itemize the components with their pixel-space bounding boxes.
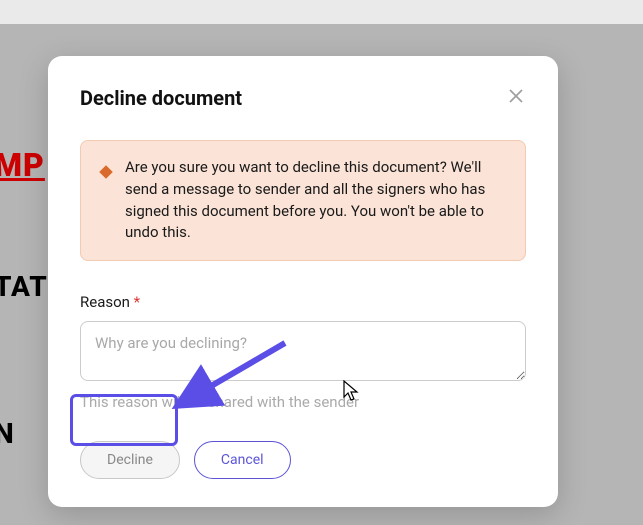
modal-actions: Decline Cancel xyxy=(80,441,526,479)
background-topbar xyxy=(0,0,643,24)
cancel-button[interactable]: Cancel xyxy=(194,441,291,479)
close-icon xyxy=(508,88,524,104)
warning-icon xyxy=(99,165,113,179)
background-text-fragment: TAT xyxy=(0,270,48,303)
background-text-fragment: N xyxy=(0,417,15,450)
warning-banner: Are you sure you want to decline this do… xyxy=(80,140,526,261)
decline-document-modal: Decline document Are you sure you want t… xyxy=(48,56,558,507)
warning-message: Are you sure you want to decline this do… xyxy=(125,157,507,244)
decline-button[interactable]: Decline xyxy=(80,441,180,479)
reason-input[interactable] xyxy=(80,321,526,381)
reason-helper-text: This reason will be shared with the send… xyxy=(80,393,526,411)
background-text-fragment: MP xyxy=(0,146,45,184)
modal-title: Decline document xyxy=(80,86,242,110)
required-indicator: * xyxy=(134,293,140,311)
close-button[interactable] xyxy=(506,86,526,106)
reason-label-text: Reason xyxy=(80,293,130,311)
reason-label: Reason * xyxy=(80,293,526,311)
